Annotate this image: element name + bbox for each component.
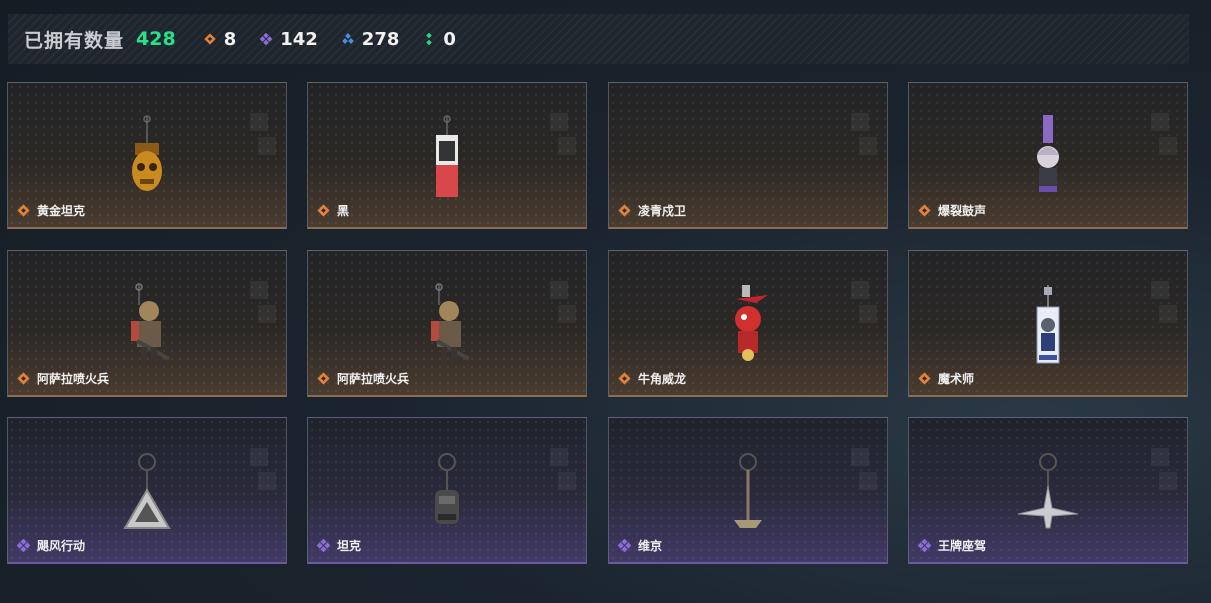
card-decoration [851,113,877,157]
item-card[interactable]: 坦克 [307,417,587,564]
rarity-blue-icon [341,33,354,44]
rarity-orange-icon [918,372,931,385]
item-name: 坦克 [337,539,362,553]
stat-purple-value: 142 [280,28,318,50]
figure-charm-icon [1037,115,1059,192]
stat-blue-value: 278 [361,28,400,50]
item-card[interactable]: 飓风行动 [7,417,287,564]
rarity-orange-icon [317,204,330,217]
stat-green-value: 0 [443,28,456,50]
stat-green: 0 [423,29,456,50]
item-name: 爆裂鼓声 [938,204,987,218]
card-decoration [550,448,576,492]
card-label: 飓风行动 [17,537,85,554]
rarity-purple-icon [260,33,273,45]
viking-axe-charm-icon [734,453,762,528]
item-name: 黄金坦克 [37,204,86,218]
card-label: 坦克 [317,537,361,554]
rarity-orange-icon [918,204,931,217]
rarity-orange-icon [204,33,216,45]
item-card[interactable]: 阿萨拉喷火兵 [307,250,587,397]
card-decoration [250,448,276,492]
jet-plane-charm-icon [1017,453,1079,529]
item-name: 飓风行动 [37,539,86,553]
rarity-purple-icon [918,539,931,552]
card-decoration [851,448,877,492]
item-card[interactable]: 黑 [307,82,587,229]
item-card[interactable]: 牛角威龙 [608,250,888,397]
card-decoration [1151,448,1177,492]
card-label: 黑 [317,202,349,219]
stat-purple: 142 [260,29,318,50]
card-decoration [250,281,276,325]
card-decoration [1151,281,1177,325]
magician-card-charm-icon [1036,285,1060,364]
item-card[interactable]: 爆裂鼓声 [908,82,1188,229]
card-label: 牛角威龙 [618,370,686,387]
item-name: 牛角威龙 [638,372,687,386]
item-name: 维京 [638,539,663,553]
rarity-orange-icon [317,372,330,385]
card-label: 爆裂鼓声 [918,202,986,219]
rarity-purple-icon [17,539,30,552]
card-decoration [1151,113,1177,157]
card-label: 阿萨拉喷火兵 [17,370,109,387]
rarity-purple-icon [317,539,330,552]
rarity-orange-icon [17,204,30,217]
item-card[interactable]: 黄金坦克 [7,82,287,229]
tank-head-charm-icon [435,453,459,524]
item-card[interactable]: 魔术师 [908,250,1188,397]
card-decoration [250,113,276,157]
triangle-badge-charm-icon [123,453,171,529]
flamethrower-soldier-charm-icon [131,283,170,363]
stat-orange-value: 8 [223,28,237,50]
item-name: 王牌座驾 [938,539,987,553]
item-name: 黑 [337,204,350,218]
rarity-orange-icon [17,372,30,385]
item-name: 阿萨拉喷火兵 [337,372,410,386]
card-label: 阿萨拉喷火兵 [317,370,409,387]
item-card[interactable]: 凌青戍卫 [608,82,888,229]
owned-count: 428 [136,28,176,50]
item-grid: 黄金坦克 黑 凌青戍卫 爆裂鼓声 阿萨拉喷火兵 阿萨拉喷火兵 牛角威龙 魔术师 … [7,82,1189,566]
stat-orange: 8 [204,28,237,50]
collection-header: 已拥有数量 428 8 142 278 0 [8,14,1189,64]
card-decoration [550,281,576,325]
item-card[interactable]: 王牌座驾 [908,417,1188,564]
item-card[interactable]: 阿萨拉喷火兵 [7,250,287,397]
card-decoration [851,281,877,325]
horned-dragon-charm-icon [735,285,768,361]
flamethrower-soldier-charm-icon [431,283,470,363]
card-label: 王牌座驾 [918,537,986,554]
owned-label: 已拥有数量 [24,29,125,52]
card-decoration [550,113,576,157]
item-name: 凌青戍卫 [638,204,687,218]
stat-blue: 278 [341,28,400,50]
rarity-orange-icon [618,204,631,217]
rarity-purple-icon [618,539,631,552]
card-charm-icon [436,115,458,197]
card-label: 黄金坦克 [17,202,85,219]
item-name: 魔术师 [938,372,975,386]
rarity-green-icon [426,33,433,45]
item-card[interactable]: 维京 [608,417,888,564]
golden-skull-charm-icon [132,115,162,191]
card-label: 魔术师 [918,370,974,387]
item-name: 阿萨拉喷火兵 [37,372,110,386]
rarity-orange-icon [618,372,631,385]
card-label: 维京 [618,537,662,554]
card-label: 凌青戍卫 [618,202,686,219]
